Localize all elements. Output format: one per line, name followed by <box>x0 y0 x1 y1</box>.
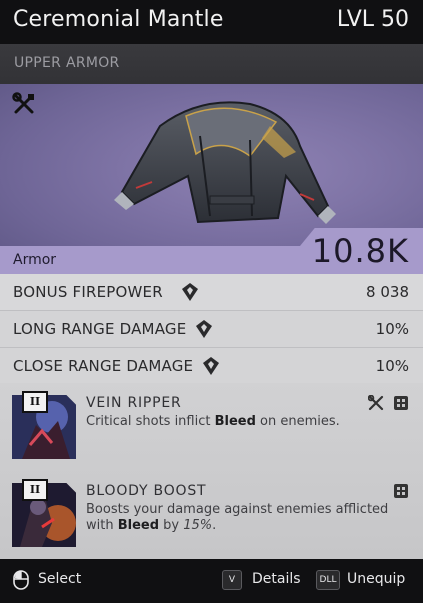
item-level: LVL 50 <box>336 7 409 32</box>
unequip-key[interactable]: DLL <box>316 570 340 590</box>
tools-icon <box>368 395 384 411</box>
armor-label: Armor <box>13 252 57 268</box>
item-header: Ceremonial Mantle LVL 50 <box>0 0 423 44</box>
item-card: Ceremonial Mantle LVL 50 UPPER ARMOR Arm… <box>0 0 423 603</box>
select-action[interactable]: Select <box>38 571 81 587</box>
jacket-image <box>114 101 336 224</box>
diamond-emblem-icon <box>196 320 212 338</box>
grid-slot-icon <box>394 396 408 410</box>
item-title: Ceremonial Mantle <box>13 7 224 32</box>
armor-value: 10.8K <box>311 232 409 270</box>
perk-rank-badge: II <box>22 479 48 501</box>
grid-slot-icon <box>394 484 408 498</box>
perk-description: Critical shots inflict Bleed on enemies. <box>86 414 340 429</box>
details-key[interactable]: V <box>222 570 242 590</box>
perk-name: BLOODY BOOST <box>86 483 207 499</box>
item-category-bar: UPPER ARMOR <box>0 44 423 84</box>
mouse-icon <box>13 570 29 590</box>
diamond-emblem-icon <box>182 283 198 301</box>
footer-controls: Select V Details DLL Unequip <box>0 559 423 603</box>
stats-list: BONUS FIREPOWER 8 038 LONG RANGE DAMAGE … <box>0 274 423 385</box>
stat-value: 10% <box>375 357 409 375</box>
stat-value: 10% <box>375 320 409 338</box>
stat-label: LONG RANGE DAMAGE <box>13 320 187 338</box>
diamond-emblem-icon <box>203 357 219 375</box>
unequip-action[interactable]: Unequip <box>347 571 405 587</box>
perks-panel: II VEIN RIPPER Critical shots inflict Bl… <box>0 383 423 559</box>
perk-description: Boosts your damage against enemies affli… <box>86 502 389 533</box>
stat-value: 8 038 <box>366 283 409 301</box>
item-category: UPPER ARMOR <box>14 55 120 71</box>
tools-icon <box>12 92 34 114</box>
details-action[interactable]: Details <box>252 571 301 587</box>
perk-rank-badge: II <box>22 391 48 413</box>
perk-name: VEIN RIPPER <box>86 395 182 411</box>
stat-label: BONUS FIREPOWER <box>13 283 163 301</box>
stat-row: LONG RANGE DAMAGE 10% <box>0 311 423 348</box>
stat-row: BONUS FIREPOWER 8 038 <box>0 274 423 311</box>
stat-row: CLOSE RANGE DAMAGE 10% <box>0 348 423 385</box>
stat-label: CLOSE RANGE DAMAGE <box>13 357 194 375</box>
